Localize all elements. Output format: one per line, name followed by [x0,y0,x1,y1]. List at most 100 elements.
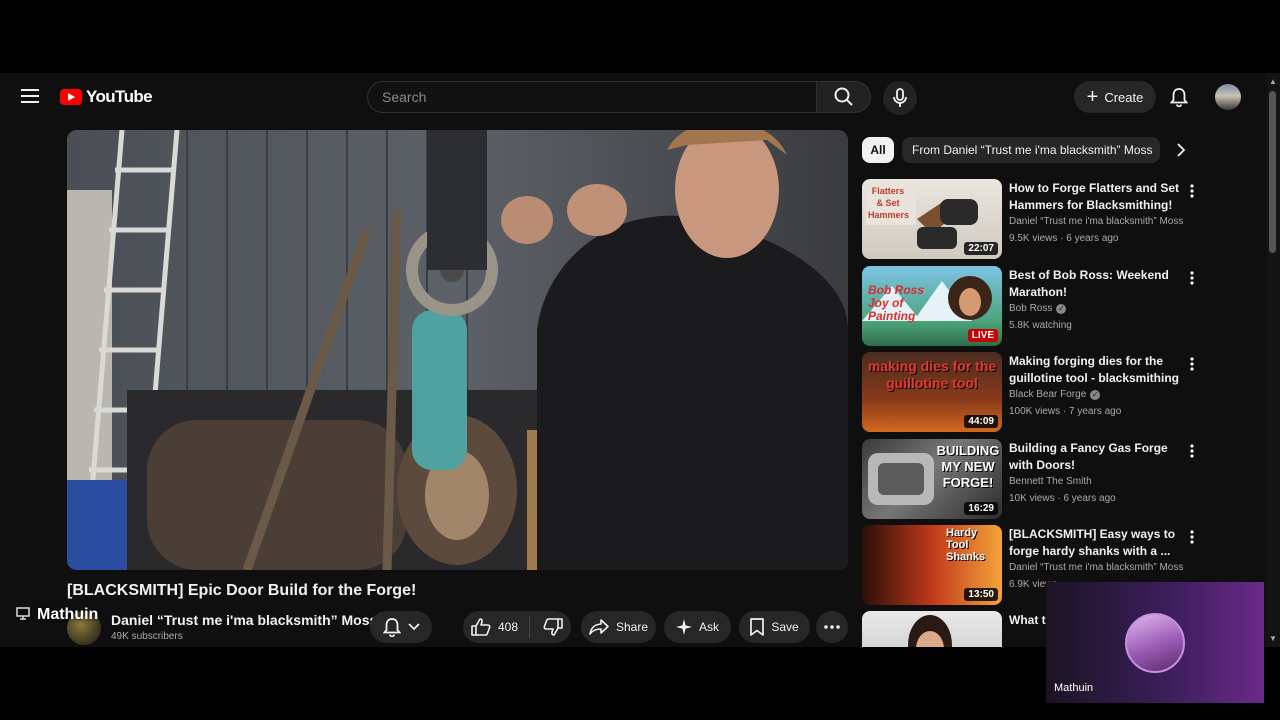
play-logo-icon [60,89,82,105]
more-vertical-icon[interactable] [1184,441,1200,461]
video-thumbnail[interactable] [862,611,1002,647]
recommendation-meta: 10K views · 6 years ago [1009,493,1116,504]
share-button[interactable]: Share [581,611,656,643]
thumbnail-caption: Hardy Tool Shanks [946,527,986,563]
scroll-down-icon[interactable]: ▼ [1269,634,1277,643]
live-badge: LIVE [967,329,998,342]
video-player[interactable] [67,130,848,570]
save-button[interactable]: Save [739,611,810,643]
like-divider [529,616,531,638]
video-thumbnail[interactable]: BUILDING MY NEW FORGE! 16:29 [862,439,1002,519]
recommendation-title[interactable]: Best of Bob Ross: Weekend Marathon! [1009,267,1179,301]
notification-preferences-button[interactable] [370,611,432,643]
youtube-logo[interactable]: YouTube [60,87,153,107]
bell-icon [1170,88,1188,107]
menu-icon[interactable] [16,84,44,108]
chevron-down-icon [407,623,420,631]
video-title: [BLACKSMITH] Epic Door Build for the For… [67,582,417,599]
channel-label: Daniel “Trust me i'ma blacksmith” Moss [1009,216,1184,227]
recommendation-title[interactable]: How to Forge Flatters and Set Hammers fo… [1009,180,1179,214]
recommendation-meta: 9.5K views · 6 years ago [1009,233,1119,244]
recommendation-item[interactable]: making dies for the guillotine tool 44:0… [862,352,1202,432]
create-label: Create [1104,89,1144,105]
channel-label: Daniel “Trust me i'ma blacksmith” Moss [1009,562,1184,573]
ask-button[interactable]: Ask [664,611,731,643]
video-thumbnail[interactable]: Flatters & Set Hammers 22:07 [862,179,1002,259]
create-button[interactable]: + Create [1074,81,1156,113]
save-label: Save [771,620,799,634]
search-icon [834,87,853,106]
search-input[interactable] [368,82,816,112]
youtube-app: YouTube + Create [0,73,1280,647]
chip-scroll-next-button[interactable] [1168,137,1194,163]
thumbnail-caption: Flatters & Set Hammers [868,186,910,220]
like-count[interactable]: 408 [498,620,518,634]
microphone-icon [893,88,907,107]
thumbnail-caption: Bob Ross Joy of Painting [868,283,925,323]
more-vertical-icon[interactable] [1184,527,1200,547]
video-frame [67,130,848,570]
channel-label: Black Bear Forge [1009,389,1087,400]
page-scrollbar[interactable]: ▲ ▼ [1266,73,1280,647]
video-duration: 13:50 [964,588,998,601]
recommendation-item[interactable]: Bob Ross Joy of Painting LIVE Best of Bo… [862,266,1202,346]
video-thumbnail[interactable]: making dies for the guillotine tool 44:0… [862,352,1002,432]
thumbs-up-icon[interactable] [471,618,491,636]
more-vertical-icon[interactable] [1184,181,1200,201]
masthead: YouTube + Create [0,73,1280,121]
subscriber-count: 49K subscribers [111,631,183,642]
logo-text: YouTube [86,87,153,106]
chip-from-channel[interactable]: From Daniel “Trust me i'ma blacksmith” M… [902,137,1160,163]
more-vertical-icon[interactable] [1184,354,1200,374]
video-thumbnail[interactable]: Hardy Tool Shanks 13:50 [862,525,1002,605]
recommendation-channel[interactable]: Bennett The Smith [1009,476,1092,487]
video-thumbnail[interactable]: Bob Ross Joy of Painting LIVE [862,266,1002,346]
search-button[interactable] [817,81,871,113]
search-box [367,81,817,113]
bell-icon [382,618,401,637]
thumbs-down-icon[interactable] [543,618,563,636]
chip-all[interactable]: All [862,137,894,163]
recommendation-item[interactable]: BUILDING MY NEW FORGE! 16:29 Building a … [862,439,1202,519]
notifications-button[interactable] [1166,84,1192,110]
chevron-right-icon [1177,143,1185,157]
channel-name[interactable]: Daniel “Trust me i'ma blacksmith” Moss [111,612,377,628]
scrollbar-thumb[interactable] [1269,91,1276,253]
ask-label: Ask [698,620,719,634]
channel-label: Bennett The Smith [1009,476,1092,487]
recommendation-channel[interactable]: Black Bear Forge ✓ [1009,389,1101,400]
recommendation-meta: 100K views · 7 years ago [1009,406,1122,417]
share-icon [589,619,609,635]
more-vertical-icon[interactable] [1184,268,1200,288]
channel-label: Bob Ross [1009,303,1053,314]
thumbnail-caption: BUILDING MY NEW FORGE! [936,443,1000,490]
scroll-up-icon[interactable]: ▲ [1269,77,1277,86]
voice-search-button[interactable] [883,81,917,115]
verified-icon: ✓ [1090,389,1101,400]
recommendation-channel[interactable]: Bob Ross ✓ [1009,303,1067,314]
presenter-name: Mathuin [37,606,99,623]
video-duration: 22:07 [964,242,998,255]
webcam-overlay: Mathuin [1046,582,1264,703]
video-duration: 44:09 [964,415,998,428]
video-duration: 16:29 [964,502,998,515]
recommendation-item[interactable]: Flatters & Set Hammers 22:07 How to Forg… [862,179,1202,259]
thumbnail-caption: making dies for the guillotine tool [867,358,997,391]
plus-icon: + [1086,86,1099,108]
like-dislike-group: 408 [463,611,571,643]
recommendation-title[interactable]: Making forging dies for the guillotine t… [1009,353,1179,387]
recommendation-title[interactable]: Building a Fancy Gas Forge with Doors! [1009,440,1179,474]
monitor-icon [16,607,30,625]
recommendation-channel[interactable]: Daniel “Trust me i'ma blacksmith” Moss [1009,562,1183,573]
account-avatar[interactable] [1215,84,1241,110]
thumbnail-art [908,615,952,647]
share-label: Share [615,620,649,634]
recommendation-title[interactable]: [BLACKSMITH] Easy ways to forge hardy sh… [1009,526,1179,560]
recommendation-channel[interactable]: Daniel “Trust me i'ma blacksmith” Moss [1009,216,1183,227]
verified-icon: ✓ [1056,303,1067,314]
more-horizontal-icon [824,625,840,629]
bookmark-icon [750,618,765,636]
recommendation-meta: 5.8K watching [1009,320,1072,331]
more-actions-button[interactable] [816,611,848,643]
webcam-avatar [1125,613,1185,673]
